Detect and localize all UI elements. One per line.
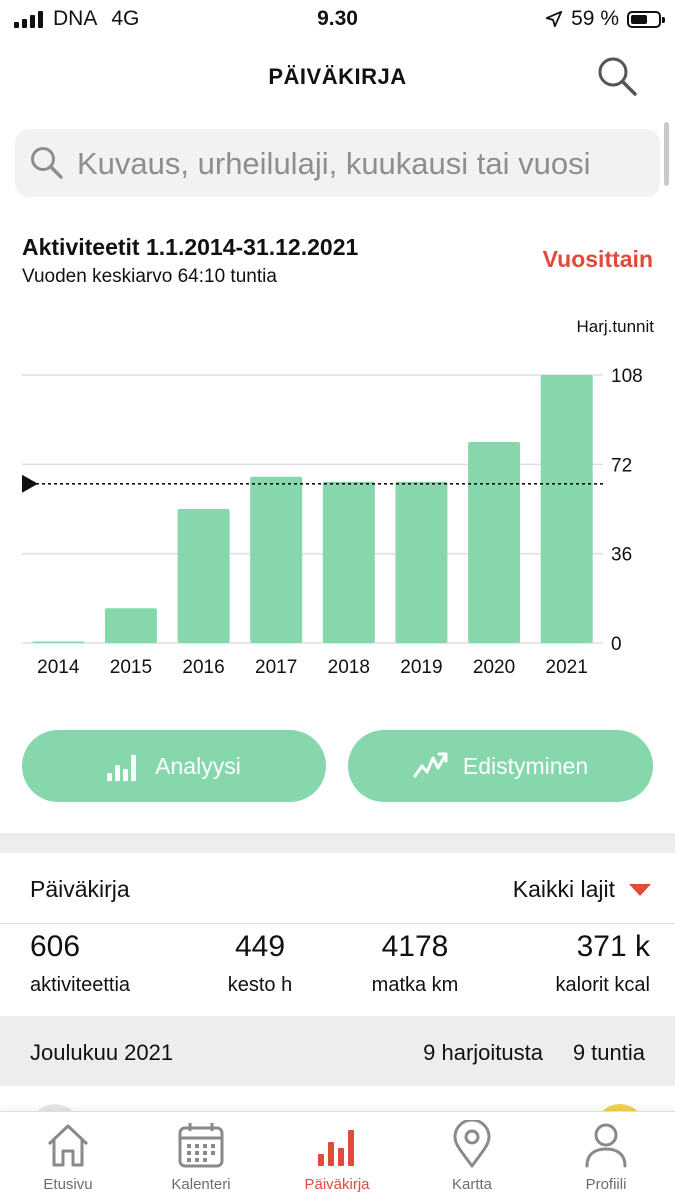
search-field-icon: [31, 147, 63, 179]
tab-profile[interactable]: Profiili: [546, 1120, 666, 1193]
status-bar: DNA 4G 9.30 59 %: [0, 0, 675, 40]
tab-label: Kalenteri: [171, 1176, 231, 1193]
location-arrow-icon: [546, 10, 563, 28]
y-tick-label: 108: [611, 366, 643, 387]
stat-value: 606: [30, 930, 81, 963]
stat-label: kalorit kcal: [555, 974, 650, 996]
stat-value: 371 k: [576, 930, 650, 963]
section-divider: [0, 833, 675, 853]
analysis-button[interactable]: Analyysi: [22, 730, 326, 802]
search-input[interactable]: [75, 139, 659, 189]
activity-bar-chart[interactable]: Harj.tunnit 0 36 72 108 2014 2015 2016 2017 2018 2…: [0, 300, 675, 700]
stat-label: kesto h: [227, 974, 293, 996]
page-title: PÄIVÄKIRJA: [268, 64, 407, 89]
bar-2014: [32, 641, 85, 643]
divider: [0, 923, 675, 924]
average-marker: [22, 474, 38, 493]
sport-filter-label: Kaikki lajit: [512, 876, 615, 902]
tab-calendar[interactable]: Kalenteri: [141, 1120, 261, 1193]
x-tick-label: 2015: [110, 657, 152, 678]
stat-calories: 371 k kalorit kcal: [520, 930, 650, 997]
status-right: 59 %: [545, 7, 665, 31]
tab-label: Päiväkirja: [304, 1176, 370, 1193]
tab-map[interactable]: Kartta: [412, 1120, 532, 1193]
search-icon[interactable]: [595, 54, 639, 98]
bar-2021: [540, 375, 593, 643]
map-pin-icon: [453, 1120, 491, 1168]
bar-chart-icon: [107, 755, 137, 781]
tab-diary[interactable]: Päiväkirja: [277, 1120, 397, 1193]
x-tick-label: 2019: [400, 657, 442, 678]
home-icon: [47, 1124, 89, 1167]
month-name: Joulukuu 2021: [30, 1040, 174, 1065]
y-axis-unit-label: Harj.tunnit: [577, 317, 655, 336]
y-tick-label: 72: [611, 455, 632, 476]
bar-2020: [468, 442, 521, 643]
x-tick-label: 2014: [37, 657, 80, 678]
stat-label: aktiviteettia: [30, 974, 131, 996]
x-tick-label: 2016: [182, 657, 224, 678]
diary-title: Päiväkirja: [30, 876, 130, 902]
tab-label: Profiili: [585, 1176, 627, 1193]
calendar-icon: [178, 1123, 224, 1168]
month-workouts: 9 harjoitusta: [423, 1040, 543, 1065]
stat-value: 4178: [381, 930, 449, 963]
analysis-label: Analyysi: [155, 752, 241, 779]
tab-label: Etusivu: [43, 1176, 93, 1193]
bar-2017: [250, 476, 303, 643]
stat-distance: 4178 matka km: [340, 930, 490, 997]
period-toggle[interactable]: Vuosittain: [543, 246, 653, 273]
stat-label: matka km: [371, 974, 459, 996]
stat-value: 449: [234, 930, 286, 963]
battery-icon: [627, 10, 665, 28]
progress-label: Edistyminen: [462, 752, 589, 779]
x-tick-label: 2021: [546, 657, 588, 678]
x-tick-label: 2020: [473, 657, 515, 678]
sport-filter[interactable]: Kaikki lajit: [513, 876, 651, 903]
caret-down-icon: [629, 883, 651, 896]
bar-2016: [177, 509, 230, 643]
x-tick-label: 2017: [255, 657, 297, 678]
trend-icon: [413, 752, 448, 778]
y-tick-label: 0: [611, 634, 622, 655]
profile-icon: [585, 1123, 627, 1168]
scrollbar[interactable]: [664, 122, 669, 186]
yearly-average: Vuoden keskiarvo 64:10 tuntia: [22, 266, 277, 287]
bar-2019: [395, 481, 448, 643]
month-hours: 9 tuntia: [572, 1040, 645, 1065]
bar-chart-icon: [318, 1130, 354, 1166]
x-tick-label: 2018: [328, 657, 370, 678]
search-bar[interactable]: [15, 129, 660, 197]
tab-label: Kartta: [451, 1176, 493, 1193]
stat-activities: 606 aktiviteettia: [18, 930, 180, 997]
y-tick-label: 36: [611, 545, 632, 566]
battery-percent: 59 %: [571, 7, 619, 30]
activities-title: Aktiviteetit 1.1.2014-31.12.2021: [22, 234, 359, 260]
tab-bar: Etusivu Kalenteri Päiväkirja Kartta Prof…: [0, 1111, 675, 1201]
bar-2015: [104, 608, 157, 643]
tab-home[interactable]: Etusivu: [8, 1120, 128, 1193]
progress-button[interactable]: Edistyminen: [348, 730, 653, 802]
bar-2018: [322, 481, 375, 643]
stat-duration: 449 kesto h: [190, 930, 330, 997]
